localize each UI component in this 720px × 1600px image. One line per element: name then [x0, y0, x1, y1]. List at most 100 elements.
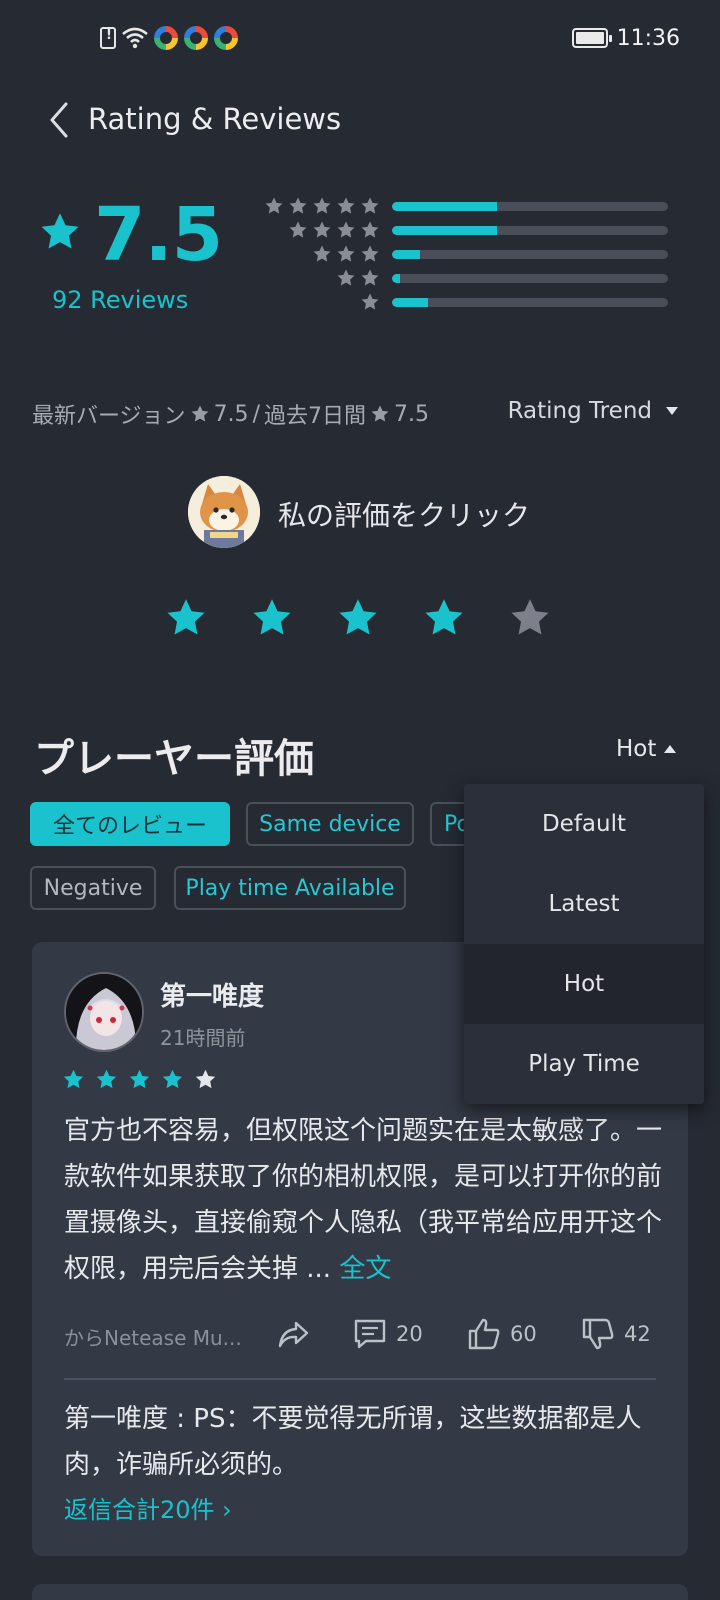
distribution-bar	[392, 273, 668, 283]
distribution-bar-fill	[392, 297, 428, 307]
distribution-bar-fill	[392, 201, 497, 211]
star-icon	[313, 245, 331, 262]
distribution-bar-fill	[392, 225, 497, 235]
share-icon	[278, 1321, 309, 1348]
star-icon	[289, 197, 307, 214]
next-review-card	[32, 1584, 688, 1600]
rate-star-3[interactable]	[336, 596, 380, 640]
view-replies-link[interactable]: 返信合計20件 ›	[64, 1490, 232, 1525]
past-7-days-label: 過去7日間	[263, 404, 366, 429]
reviewer-avatar[interactable]	[64, 972, 144, 1052]
distribution-bar	[392, 201, 668, 211]
app-notification-icon	[214, 26, 238, 50]
distribution-bar-fill	[392, 249, 420, 259]
star-icon	[63, 1069, 84, 1089]
distribution-row-1-star	[250, 292, 668, 312]
chevron-left-icon[interactable]	[44, 100, 76, 140]
status-icons	[100, 26, 238, 50]
star-icon	[265, 197, 283, 214]
distribution-stars	[250, 244, 380, 264]
caret-down-icon	[666, 407, 678, 415]
rating-trend-label: Rating Trend	[507, 398, 652, 424]
filter-negative[interactable]: Negative	[30, 866, 156, 910]
star-icon	[313, 197, 331, 214]
like-button[interactable]: 60	[466, 1316, 537, 1352]
star-icon	[337, 269, 355, 286]
page-title: Rating & Reviews	[88, 102, 342, 136]
star-icon	[162, 1069, 183, 1089]
distribution-stars	[250, 220, 380, 240]
review-body[interactable]: 官方也不容易，但权限这个问题实在是太敏感了。一款软件如果获取了你的相机权限，是可…	[64, 1108, 664, 1292]
app-notification-icon	[154, 26, 178, 50]
latest-version-label: 最新バージョン	[32, 404, 186, 429]
thumbs-up-icon	[468, 1318, 500, 1350]
distribution-bar-fill	[392, 273, 401, 283]
star-icon	[96, 1069, 117, 1089]
caret-up-icon	[664, 745, 677, 753]
review-actions: からNetease Mu... 20 60 42	[64, 1316, 656, 1356]
thumbs-down-icon	[582, 1318, 614, 1350]
star-icon	[337, 197, 355, 214]
share-button[interactable]	[276, 1316, 312, 1352]
rating-trend-dropdown[interactable]: Rating Trend	[508, 398, 678, 424]
star-icon	[361, 245, 379, 262]
reply-preview[interactable]: 第一唯度 : PS：不要觉得无所谓，这些数据都是人肉，诈骗所必须的。	[64, 1396, 664, 1488]
star-icon	[289, 221, 307, 238]
star-icon	[371, 405, 389, 422]
distribution-row-3-star	[250, 244, 668, 264]
distribution-bar	[392, 249, 668, 259]
comment-button[interactable]: 20	[352, 1316, 423, 1352]
sim-alert-icon	[100, 27, 116, 49]
distribution-stars	[250, 196, 380, 216]
sort-option-hot[interactable]: Hot	[464, 944, 704, 1024]
sort-option-default[interactable]: Default	[464, 784, 704, 864]
distribution-stars	[250, 292, 380, 312]
rate-star-2[interactable]	[250, 596, 294, 640]
sort-label: Hot	[616, 736, 657, 762]
distribution-bar	[392, 297, 668, 307]
review-source: からNetease Mu...	[64, 1326, 242, 1350]
distribution-row-4-star	[250, 220, 668, 240]
review-time: 21時間前	[160, 1026, 246, 1050]
star-icon	[337, 221, 355, 238]
distribution-row-2-star	[250, 268, 668, 288]
comment-icon	[354, 1319, 386, 1349]
status-time: 11:36	[616, 26, 680, 51]
sort-option-play-time[interactable]: Play Time	[464, 1024, 704, 1104]
star-icon	[41, 213, 79, 249]
wifi-icon	[122, 27, 148, 49]
app-notification-icon	[184, 26, 208, 50]
filter-play-time-available[interactable]: Play time Available	[174, 866, 406, 910]
sort-button[interactable]: Hot	[616, 736, 677, 762]
distribution-row-5-star	[250, 196, 668, 216]
dog-avatar-icon	[188, 476, 260, 548]
rate-star-1[interactable]	[164, 596, 208, 640]
star-icon	[361, 221, 379, 238]
filter-same-device[interactable]: Same device	[246, 802, 414, 846]
rate-star-4[interactable]	[422, 596, 466, 640]
star-icon	[361, 197, 379, 214]
past-7-days-score: 7.5	[393, 401, 429, 427]
version-ratings: 最新バージョン 7.5 / 過去7日間 7.5	[32, 398, 429, 430]
distribution-stars	[250, 268, 380, 288]
star-icon	[195, 1069, 216, 1089]
review-count: 92 Reviews	[52, 286, 189, 314]
sort-menu: Default Latest Hot Play Time	[464, 784, 704, 1104]
star-icon	[361, 293, 379, 310]
battery-icon	[572, 28, 612, 48]
rate-star-5[interactable]	[508, 596, 552, 640]
average-score: 7.5	[94, 192, 223, 278]
star-icon	[361, 269, 379, 286]
star-icon	[337, 245, 355, 262]
dislike-button[interactable]: 42	[580, 1316, 651, 1352]
star-icon	[313, 221, 331, 238]
section-title: プレーヤー評価	[34, 736, 314, 782]
reviewer-name[interactable]: 第一唯度	[160, 976, 264, 1013]
rate-prompt: 私の評価をクリック	[278, 499, 531, 532]
separator: /	[252, 401, 260, 427]
filter-all-reviews[interactable]: 全てのレビュー	[30, 802, 230, 846]
my-rating-stars	[164, 596, 552, 640]
star-icon	[129, 1069, 150, 1089]
sort-option-latest[interactable]: Latest	[464, 864, 704, 944]
read-full-link[interactable]: 全文	[339, 1254, 391, 1284]
